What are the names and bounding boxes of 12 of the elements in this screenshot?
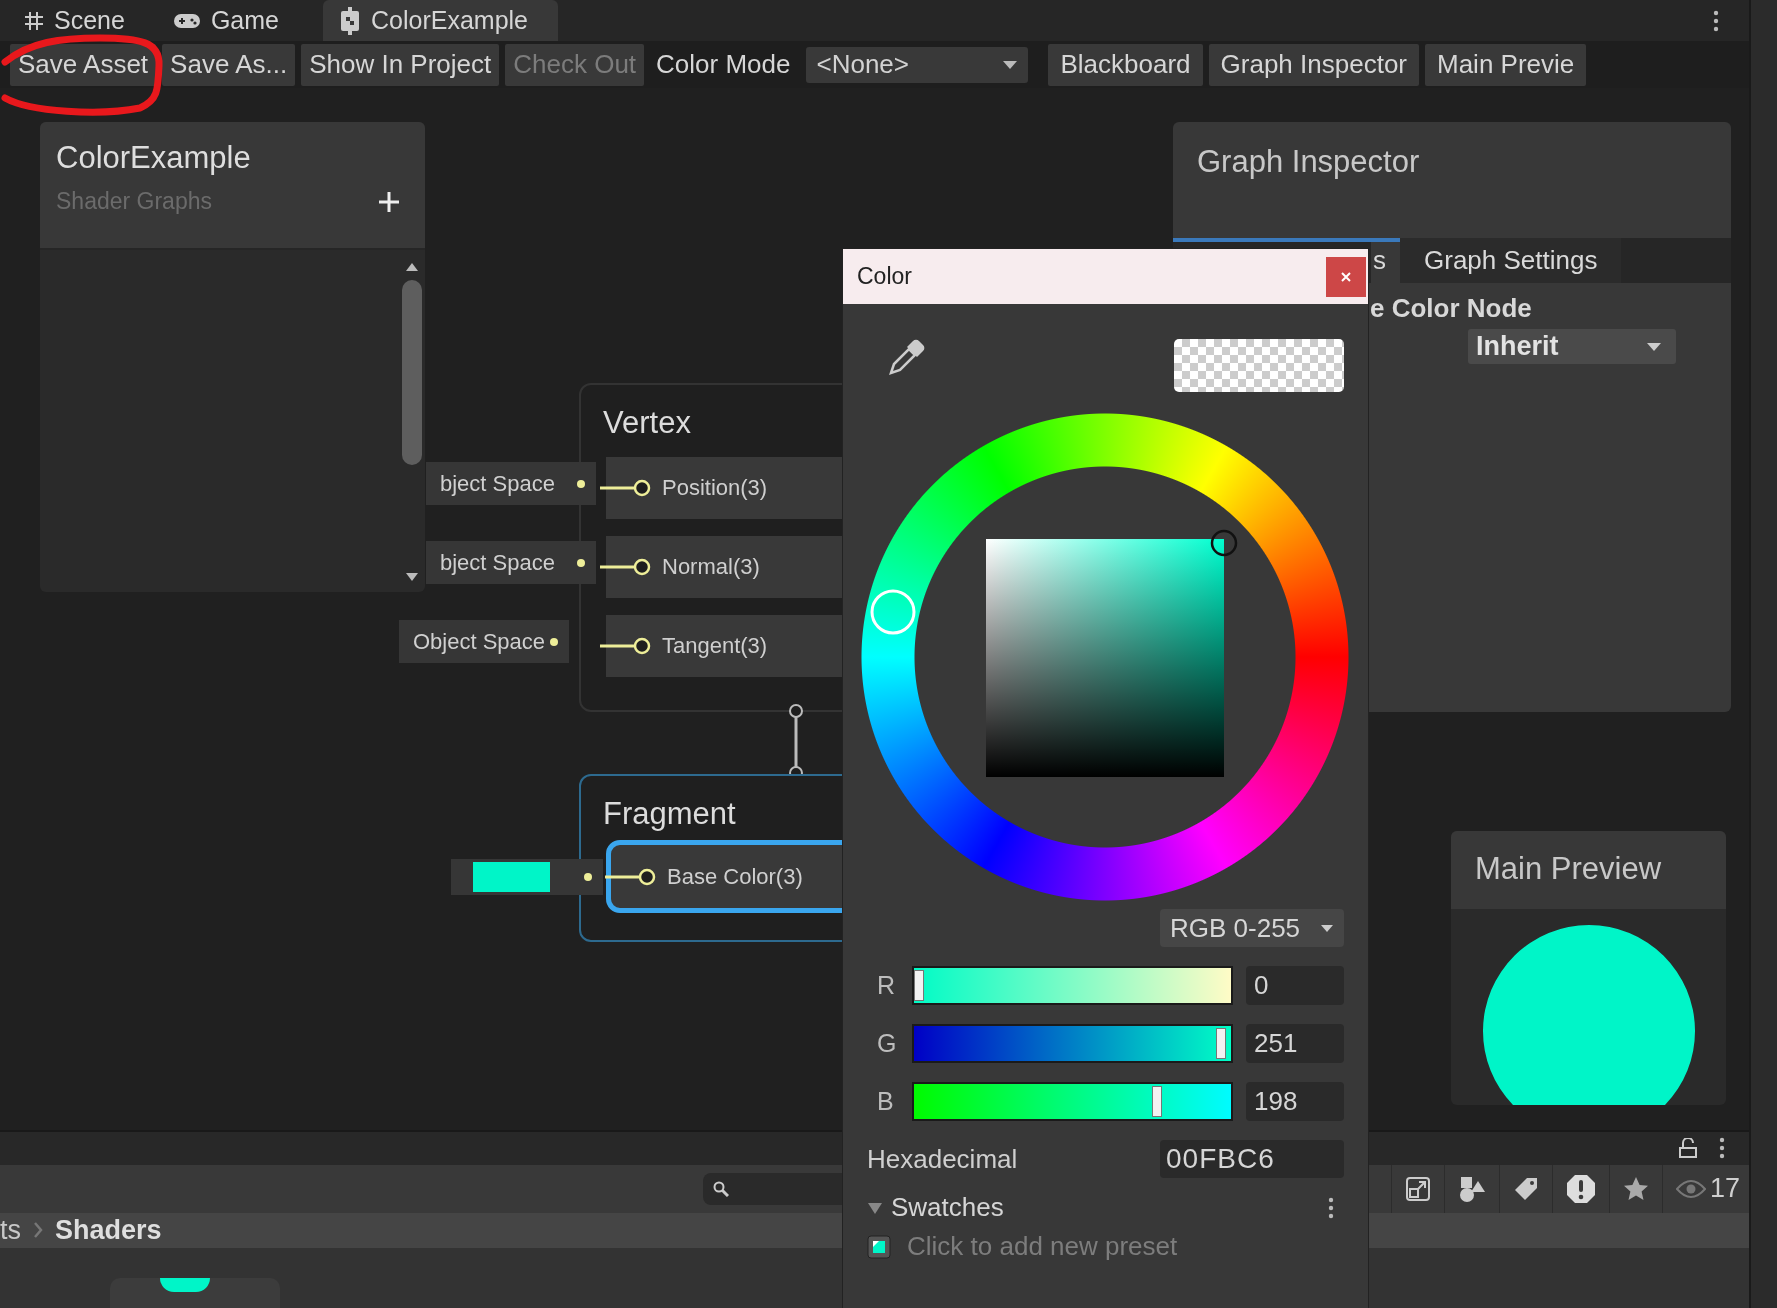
blackboard-title: ColorExample: [56, 140, 252, 176]
channel-label: B: [876, 1087, 895, 1116]
panel-title: Graph Inspector: [1197, 144, 1420, 179]
channel-label: G: [876, 1029, 898, 1058]
color-mode-label: Color Mode: [656, 49, 791, 80]
node-title: Fragment: [603, 796, 736, 832]
hex-label: Hexadecimal: [867, 1143, 1018, 1175]
panel-title: Main Preview: [1475, 851, 1662, 886]
window-title: Color: [857, 263, 912, 290]
field-label: e Color Node: [1370, 293, 1532, 324]
node-title: Vertex: [603, 405, 691, 441]
channel-label: R: [876, 971, 897, 1000]
